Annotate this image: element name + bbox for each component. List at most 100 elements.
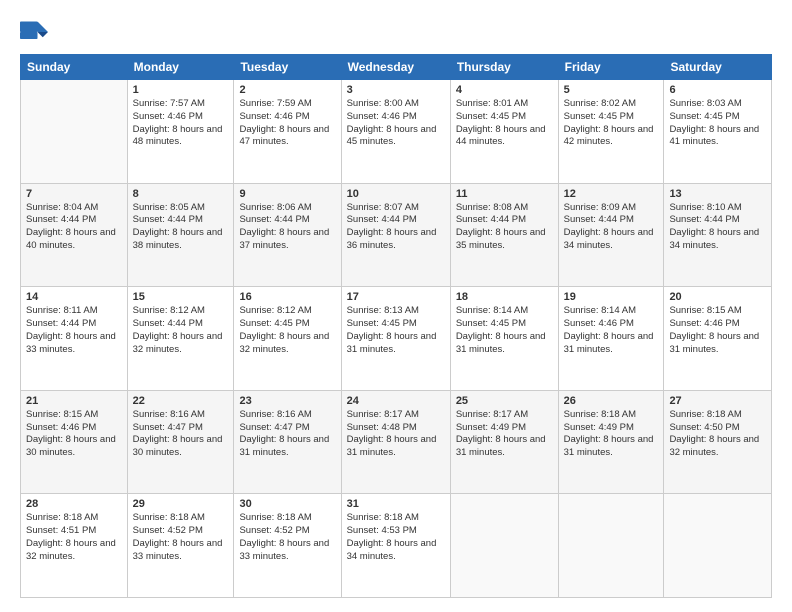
calendar-cell: 19 Sunrise: 8:14 AMSunset: 4:46 PMDayligh… xyxy=(558,287,664,391)
day-detail: Sunrise: 8:14 AMSunset: 4:45 PMDaylight:… xyxy=(456,305,553,356)
week-row-1: 1 Sunrise: 7:57 AMSunset: 4:46 PMDaylight… xyxy=(21,80,772,184)
calendar-cell: 29 Sunrise: 8:18 AMSunset: 4:52 PMDayligh… xyxy=(127,494,234,598)
day-header-saturday: Saturday xyxy=(664,55,772,80)
page: SundayMondayTuesdayWednesdayThursdayFrid… xyxy=(0,0,792,612)
calendar-cell: 24Sunrise: 8:17 AMSunset: 4:48 PMDayligh… xyxy=(341,390,450,494)
day-number: 23 xyxy=(239,395,335,407)
calendar-cell: 14 Sunrise: 8:11 AMSunset: 4:44 PMDayligh… xyxy=(21,287,128,391)
calendar-cell: 30 Sunrise: 8:18 AMSunset: 4:52 PMDayligh… xyxy=(234,494,341,598)
day-detail: Sunrise: 8:12 AMSunset: 4:45 PMDaylight:… xyxy=(239,305,335,356)
calendar-cell: 3 Sunrise: 8:00 AMSunset: 4:46 PMDaylight… xyxy=(341,80,450,184)
calendar-cell: 6 Sunrise: 8:03 AMSunset: 4:45 PMDaylight… xyxy=(664,80,772,184)
calendar-cell: 20Sunrise: 8:15 AMSunset: 4:46 PMDayligh… xyxy=(664,287,772,391)
day-number: 24 xyxy=(347,395,445,407)
calendar-cell: 13Sunrise: 8:10 AMSunset: 4:44 PMDayligh… xyxy=(664,183,772,287)
day-number: 25 xyxy=(456,395,553,407)
day-header-wednesday: Wednesday xyxy=(341,55,450,80)
day-number: 21 xyxy=(26,395,122,407)
calendar-cell xyxy=(450,494,558,598)
day-detail: Sunrise: 7:59 AMSunset: 4:46 PMDaylight:… xyxy=(239,98,335,149)
day-detail: Sunrise: 8:03 AMSunset: 4:45 PMDaylight:… xyxy=(669,98,766,149)
day-detail: Sunrise: 8:13 AMSunset: 4:45 PMDaylight:… xyxy=(347,305,445,356)
calendar-cell: 16 Sunrise: 8:12 AMSunset: 4:45 PMDayligh… xyxy=(234,287,341,391)
day-number: 6 xyxy=(669,84,766,96)
day-detail: Sunrise: 8:18 AMSunset: 4:52 PMDaylight:… xyxy=(133,512,229,563)
calendar-header-row: SundayMondayTuesdayWednesdayThursdayFrid… xyxy=(21,55,772,80)
day-number: 7 xyxy=(26,188,122,200)
calendar-cell: 31 Sunrise: 8:18 AMSunset: 4:53 PMDayligh… xyxy=(341,494,450,598)
calendar-cell: 2 Sunrise: 7:59 AMSunset: 4:46 PMDaylight… xyxy=(234,80,341,184)
day-number: 1 xyxy=(133,84,229,96)
day-detail: Sunrise: 8:18 AMSunset: 4:49 PMDaylight:… xyxy=(564,409,659,460)
calendar-cell: 28 Sunrise: 8:18 AMSunset: 4:51 PMDayligh… xyxy=(21,494,128,598)
calendar-cell xyxy=(558,494,664,598)
day-number: 9 xyxy=(239,188,335,200)
week-row-2: 7 Sunrise: 8:04 AMSunset: 4:44 PMDaylight… xyxy=(21,183,772,287)
day-detail: Sunrise: 8:01 AMSunset: 4:45 PMDaylight:… xyxy=(456,98,553,149)
calendar-cell: 8 Sunrise: 8:05 AMSunset: 4:44 PMDaylight… xyxy=(127,183,234,287)
calendar-cell: 5 Sunrise: 8:02 AMSunset: 4:45 PMDaylight… xyxy=(558,80,664,184)
day-detail: Sunrise: 8:11 AMSunset: 4:44 PMDaylight:… xyxy=(26,305,122,356)
day-detail: Sunrise: 8:09 AMSunset: 4:44 PMDaylight:… xyxy=(564,202,659,253)
calendar-cell xyxy=(664,494,772,598)
day-header-thursday: Thursday xyxy=(450,55,558,80)
day-number: 14 xyxy=(26,291,122,303)
calendar-cell: 9Sunrise: 8:06 AMSunset: 4:44 PMDaylight… xyxy=(234,183,341,287)
day-header-tuesday: Tuesday xyxy=(234,55,341,80)
day-detail: Sunrise: 8:00 AMSunset: 4:46 PMDaylight:… xyxy=(347,98,445,149)
calendar-cell xyxy=(21,80,128,184)
day-detail: Sunrise: 8:16 AMSunset: 4:47 PMDaylight:… xyxy=(133,409,229,460)
day-number: 8 xyxy=(133,188,229,200)
day-header-friday: Friday xyxy=(558,55,664,80)
day-number: 3 xyxy=(347,84,445,96)
calendar-cell: 11 Sunrise: 8:08 AMSunset: 4:44 PMDayligh… xyxy=(450,183,558,287)
day-number: 18 xyxy=(456,291,553,303)
calendar-cell: 4 Sunrise: 8:01 AMSunset: 4:45 PMDaylight… xyxy=(450,80,558,184)
day-number: 5 xyxy=(564,84,659,96)
day-detail: Sunrise: 8:18 AMSunset: 4:51 PMDaylight:… xyxy=(26,512,122,563)
day-number: 29 xyxy=(133,498,229,510)
calendar-cell: 25Sunrise: 8:17 AMSunset: 4:49 PMDayligh… xyxy=(450,390,558,494)
day-detail: Sunrise: 8:08 AMSunset: 4:44 PMDaylight:… xyxy=(456,202,553,253)
day-number: 13 xyxy=(669,188,766,200)
day-number: 16 xyxy=(239,291,335,303)
calendar-cell: 15 Sunrise: 8:12 AMSunset: 4:44 PMDayligh… xyxy=(127,287,234,391)
week-row-4: 21 Sunrise: 8:15 AMSunset: 4:46 PMDayligh… xyxy=(21,390,772,494)
day-detail: Sunrise: 7:57 AMSunset: 4:46 PMDaylight:… xyxy=(133,98,229,149)
day-detail: Sunrise: 8:18 AMSunset: 4:52 PMDaylight:… xyxy=(239,512,335,563)
calendar-cell: 1 Sunrise: 7:57 AMSunset: 4:46 PMDaylight… xyxy=(127,80,234,184)
day-number: 19 xyxy=(564,291,659,303)
day-detail: Sunrise: 8:02 AMSunset: 4:45 PMDaylight:… xyxy=(564,98,659,149)
day-detail: Sunrise: 8:18 AMSunset: 4:50 PMDaylight:… xyxy=(669,409,766,460)
day-number: 15 xyxy=(133,291,229,303)
day-number: 20 xyxy=(669,291,766,303)
day-number: 2 xyxy=(239,84,335,96)
calendar-cell: 7 Sunrise: 8:04 AMSunset: 4:44 PMDaylight… xyxy=(21,183,128,287)
day-number: 26 xyxy=(564,395,659,407)
day-detail: Sunrise: 8:15 AMSunset: 4:46 PMDaylight:… xyxy=(26,409,122,460)
calendar: SundayMondayTuesdayWednesdayThursdayFrid… xyxy=(20,54,772,598)
day-number: 11 xyxy=(456,188,553,200)
day-header-monday: Monday xyxy=(127,55,234,80)
day-number: 31 xyxy=(347,498,445,510)
day-number: 17 xyxy=(347,291,445,303)
day-detail: Sunrise: 8:12 AMSunset: 4:44 PMDaylight:… xyxy=(133,305,229,356)
day-number: 28 xyxy=(26,498,122,510)
day-number: 22 xyxy=(133,395,229,407)
day-detail: Sunrise: 8:04 AMSunset: 4:44 PMDaylight:… xyxy=(26,202,122,253)
week-row-3: 14 Sunrise: 8:11 AMSunset: 4:44 PMDayligh… xyxy=(21,287,772,391)
day-number: 12 xyxy=(564,188,659,200)
calendar-cell: 21 Sunrise: 8:15 AMSunset: 4:46 PMDayligh… xyxy=(21,390,128,494)
week-row-5: 28 Sunrise: 8:18 AMSunset: 4:51 PMDayligh… xyxy=(21,494,772,598)
day-detail: Sunrise: 8:18 AMSunset: 4:53 PMDaylight:… xyxy=(347,512,445,563)
day-number: 4 xyxy=(456,84,553,96)
day-number: 10 xyxy=(347,188,445,200)
calendar-cell: 10 Sunrise: 8:07 AMSunset: 4:44 PMDayligh… xyxy=(341,183,450,287)
calendar-cell: 23Sunrise: 8:16 AMSunset: 4:47 PMDayligh… xyxy=(234,390,341,494)
day-number: 27 xyxy=(669,395,766,407)
day-detail: Sunrise: 8:14 AMSunset: 4:46 PMDaylight:… xyxy=(564,305,659,356)
day-number: 30 xyxy=(239,498,335,510)
calendar-cell: 18 Sunrise: 8:14 AMSunset: 4:45 PMDayligh… xyxy=(450,287,558,391)
day-detail: Sunrise: 8:05 AMSunset: 4:44 PMDaylight:… xyxy=(133,202,229,253)
day-detail: Sunrise: 8:07 AMSunset: 4:44 PMDaylight:… xyxy=(347,202,445,253)
